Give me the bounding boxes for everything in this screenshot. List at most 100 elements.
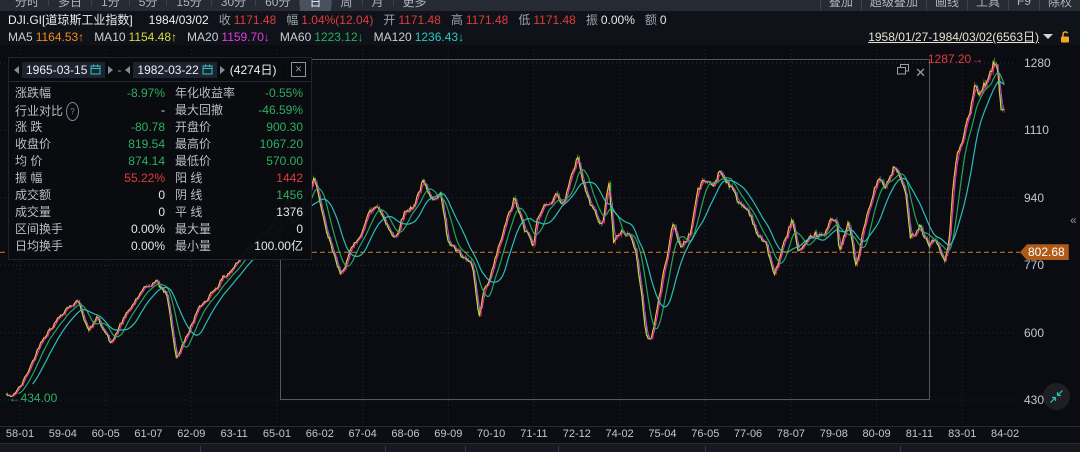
fit-screen-button[interactable] <box>1043 383 1070 410</box>
tab-15分[interactable]: 15分 <box>167 0 210 11</box>
ma-row: MA51164.53↑MA101154.48↑MA201159.70↓MA601… <box>0 28 1080 45</box>
prev-start-date-icon[interactable] <box>14 66 19 74</box>
x-axis-tick: 65-01 <box>263 428 291 440</box>
field-value: 1.04%(12.04) <box>301 13 373 27</box>
unlock-icon[interactable] <box>1058 30 1072 44</box>
ma-label: MA10 <box>94 30 125 44</box>
stat-label: 均 价 <box>15 153 91 170</box>
next-end-date-icon[interactable] <box>220 66 225 74</box>
stat-value: 900.30 <box>251 119 303 136</box>
stat-label: 开盘价 <box>165 119 251 136</box>
ma-value: 1236.43↓ <box>415 30 464 44</box>
date-range-label[interactable]: 1958/01/27-1984/03/02(6563日) <box>868 28 1039 45</box>
toolbar-button-F9[interactable]: F9 <box>1008 0 1039 10</box>
period-tabbar: 分时多日1分5分15分30分60分日周月更多 叠加超级叠加画线工具F9除权 <box>0 0 1080 11</box>
stat-value: 874.14 <box>91 153 165 170</box>
field-value: 0 <box>660 13 667 27</box>
field-value: 1171.48 <box>234 13 277 27</box>
field-label: 开 <box>383 11 395 28</box>
collapse-handle-icon[interactable]: « <box>1070 213 1077 227</box>
stat-value: 1442 <box>251 170 303 187</box>
range-stats-panel: 1965-03-15 - 1982-03-22 <box>8 57 312 260</box>
stat-value: 55.22% <box>91 170 165 187</box>
selection-close-icon[interactable]: ✕ <box>915 66 926 79</box>
stat-value: 1456 <box>251 187 303 204</box>
toolbar-button-工具[interactable]: 工具 <box>967 0 1008 11</box>
x-axis-tick: 77-06 <box>734 428 762 440</box>
calendar-icon[interactable] <box>90 64 101 75</box>
calendar-icon[interactable] <box>202 64 213 75</box>
right-arrow-icon: → <box>971 52 983 66</box>
ma-label: MA60 <box>280 30 311 44</box>
tab-5分[interactable]: 5分 <box>130 0 167 11</box>
next-start-date-icon[interactable] <box>108 66 113 74</box>
ma-value: 1223.12↓ <box>314 30 363 44</box>
ma-label: MA120 <box>374 30 412 44</box>
field-label: 额 <box>645 11 657 28</box>
tab-group-left: 分时多日1分5分15分30分60分日周月更多 <box>0 0 436 11</box>
ma-label: MA5 <box>8 30 33 44</box>
panel-header: 1965-03-15 - 1982-03-22 <box>9 58 311 82</box>
stat-value: 100.00亿 <box>251 238 303 255</box>
print-icon[interactable] <box>896 63 910 81</box>
stat-label: 成交量 <box>15 204 91 221</box>
toolbar-button-叠加[interactable]: 叠加 <box>820 0 861 11</box>
high-annotation: 1287.20→ <box>928 52 983 66</box>
stat-value: 1376 <box>251 204 303 221</box>
stat-value: 0 <box>251 221 303 238</box>
field-value: 1171.48 <box>398 13 441 27</box>
chevron-down-icon[interactable] <box>1043 34 1053 44</box>
tab-月[interactable]: 月 <box>363 0 393 11</box>
y-axis-tick: 430 <box>1024 393 1044 407</box>
toolbar-divider <box>385 446 386 452</box>
stat-label: 行业对比? <box>15 102 91 119</box>
stat-value: - <box>91 102 165 119</box>
tab-分时[interactable]: 分时 <box>6 0 48 11</box>
toolbar-button-画线[interactable]: 画线 <box>926 0 967 11</box>
tab-30分[interactable]: 30分 <box>212 0 255 11</box>
end-date-field[interactable]: 1982-03-22 <box>133 62 216 78</box>
ma-value: 1154.48↑ <box>129 30 178 44</box>
symbol-title: DJI.GI[道琼斯工业指数] <box>8 11 133 28</box>
x-axis-tick: 76-05 <box>691 428 719 440</box>
quote-date: 1984/03/02 <box>149 13 209 27</box>
tab-60分[interactable]: 60分 <box>256 0 299 11</box>
field-value: 0.00% <box>601 13 635 27</box>
field-label: 振 <box>586 11 598 28</box>
stat-value: -80.78 <box>91 119 165 136</box>
field-label: 幅 <box>286 11 298 28</box>
x-axis-tick: 66-02 <box>306 428 334 440</box>
toolbar-button-除权[interactable]: 除权 <box>1039 0 1080 11</box>
x-axis-tick: 81-11 <box>906 428 933 440</box>
stat-value: -8.97% <box>91 85 165 102</box>
stat-value: 570.00 <box>251 153 303 170</box>
tab-日[interactable]: 日 <box>300 0 330 11</box>
stat-label: 阴 线 <box>165 187 251 204</box>
tab-1分[interactable]: 1分 <box>92 0 129 11</box>
x-axis-tick: 62-09 <box>177 428 205 440</box>
x-axis-tick: 61-07 <box>134 428 162 440</box>
stat-label: 最低价 <box>165 153 251 170</box>
range-selection-box[interactable]: ✕ <box>280 59 930 400</box>
toolbar-button-超级叠加[interactable]: 超级叠加 <box>861 0 926 11</box>
stat-value: 0 <box>91 187 165 204</box>
kline-chart[interactable]: 12801110940770600430 ✕ 802.68 1287.20→ ←… <box>0 45 1080 426</box>
start-date-field[interactable]: 1965-03-15 <box>22 62 105 78</box>
stat-label: 涨 跌 <box>15 119 91 136</box>
left-arrow-icon: ← <box>9 391 21 405</box>
tab-多日[interactable]: 多日 <box>49 0 91 11</box>
ma-value: 1164.53↑ <box>36 30 85 44</box>
field-value: 1171.48 <box>466 13 509 27</box>
last-price-tag: 802.68 <box>1020 244 1069 260</box>
stat-label: 涨跌幅 <box>15 85 91 102</box>
stat-value: 0.00% <box>91 221 165 238</box>
tab-周[interactable]: 周 <box>332 0 362 11</box>
tab-更多[interactable]: 更多 <box>394 0 436 11</box>
prev-end-date-icon[interactable] <box>125 66 130 74</box>
stat-value: -46.59% <box>251 102 303 119</box>
date-range-selector[interactable]: 1958/01/27-1984/03/02(6563日) <box>868 28 1072 45</box>
panel-close-icon[interactable]: ✕ <box>291 62 306 77</box>
toolbar-divider <box>558 446 559 452</box>
toolbar-divider <box>465 446 466 452</box>
toolbar-divider <box>900 446 901 452</box>
